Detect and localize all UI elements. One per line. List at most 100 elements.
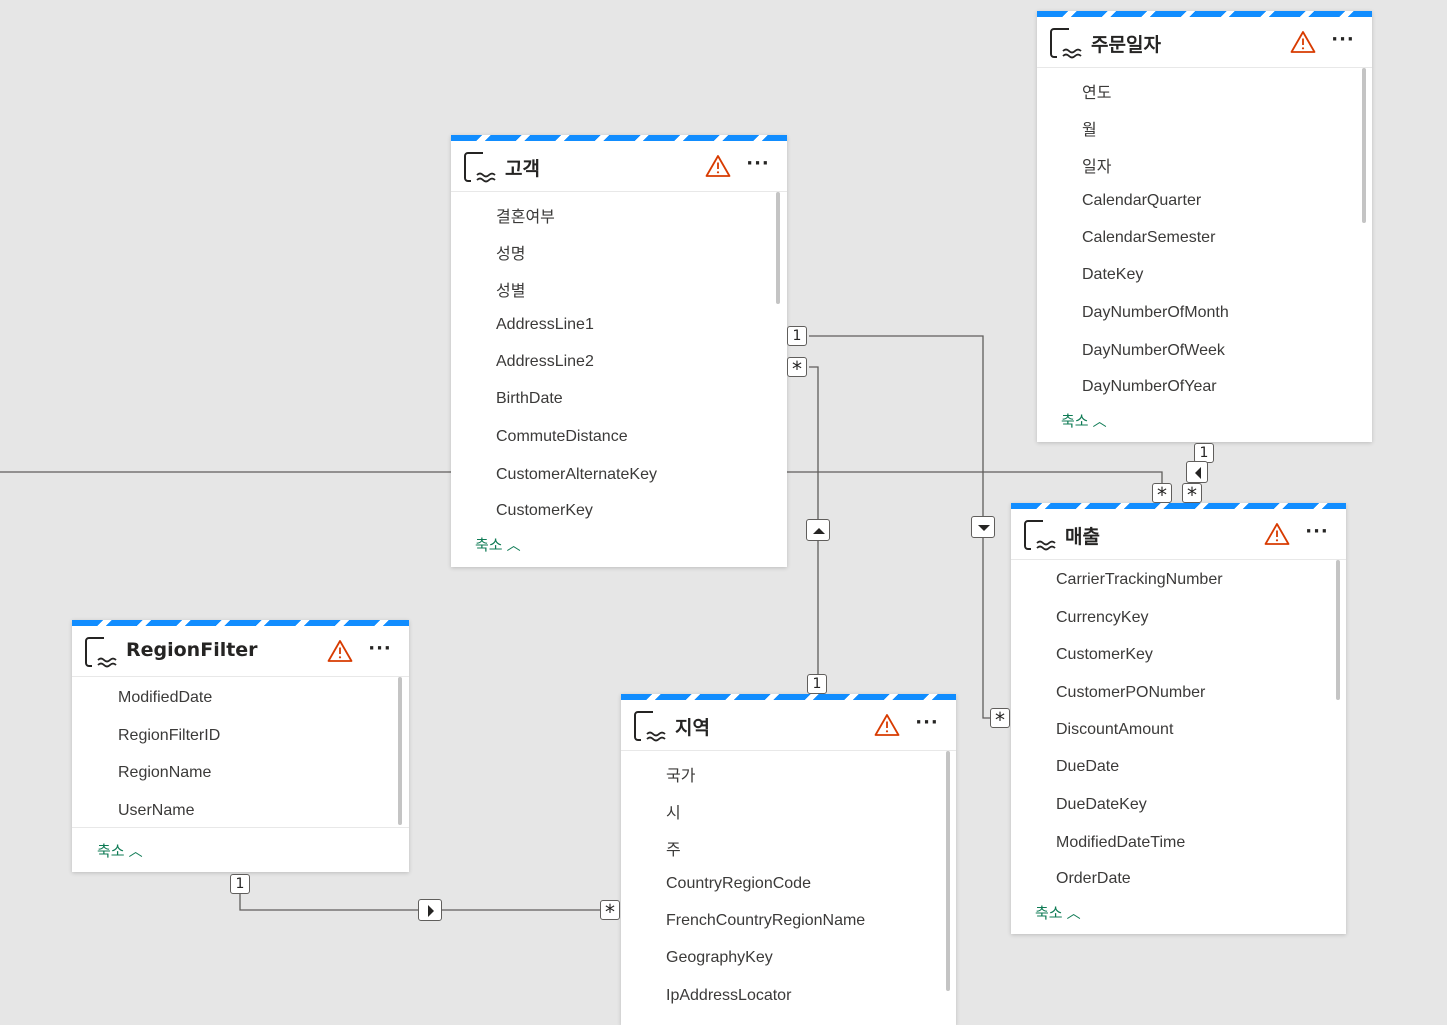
field-item[interactable]: 결혼여부 <box>496 203 555 227</box>
more-options-icon[interactable]: ··· <box>745 151 771 177</box>
table-header[interactable]: 주문일자 ··· <box>1037 17 1372 68</box>
more-options-icon[interactable]: ··· <box>367 636 393 662</box>
divider <box>72 827 409 828</box>
field-item[interactable]: GeographyKey <box>666 949 773 967</box>
filter-direction-arrow-icon[interactable] <box>971 516 995 538</box>
lakehouse-table-icon <box>1023 518 1057 552</box>
filter-direction-arrow-icon[interactable] <box>418 899 442 921</box>
table-title: 매출 <box>1065 526 1100 548</box>
field-item[interactable]: DayNumberOfMonth <box>1082 304 1229 322</box>
field-item[interactable]: DayNumberOfYear <box>1082 378 1217 396</box>
cardinality-one-badge[interactable]: 1 <box>230 874 250 894</box>
field-item[interactable]: DueDateKey <box>1056 796 1147 814</box>
cardinality-one-badge[interactable]: 1 <box>1194 443 1214 463</box>
table-header[interactable]: 매출 ··· <box>1011 509 1346 560</box>
warning-icon[interactable] <box>874 713 900 737</box>
chevron-up-icon: ︿ <box>506 538 521 554</box>
warning-icon[interactable] <box>705 154 731 178</box>
chevron-up-icon: ︿ <box>1066 906 1081 922</box>
collapse-label: 축소 <box>97 842 125 860</box>
field-item[interactable]: 시 <box>666 799 681 823</box>
scrollbar[interactable] <box>1336 560 1340 700</box>
filter-direction-arrow-icon[interactable] <box>806 519 830 541</box>
table-title: 고객 <box>505 158 540 180</box>
field-item[interactable]: FrenchCountryRegionName <box>666 912 865 930</box>
table-card-order-date[interactable]: 주문일자 ··· 연도 월 일자 CalendarQuarter Calenda… <box>1037 11 1372 442</box>
relationship-line-customer-sales-2 <box>809 335 990 719</box>
field-item[interactable]: RegionFilterID <box>118 727 220 745</box>
chevron-up-icon: ︿ <box>128 844 143 860</box>
field-item[interactable]: CalendarQuarter <box>1082 192 1201 210</box>
table-header[interactable]: RegionFilter ··· <box>72 626 409 677</box>
lakehouse-table-icon <box>633 709 667 743</box>
field-item[interactable]: CustomerKey <box>1056 646 1153 664</box>
scrollbar[interactable] <box>1362 68 1366 223</box>
field-item[interactable]: 월 <box>1082 116 1097 140</box>
field-item[interactable]: DateKey <box>1082 266 1143 284</box>
cardinality-many-badge[interactable]: * <box>1182 483 1202 506</box>
field-item[interactable]: CommuteDistance <box>496 428 628 446</box>
relationship-line-customer-sales <box>787 471 1163 485</box>
cardinality-many-badge[interactable]: * <box>990 708 1010 731</box>
field-item[interactable]: UserName <box>118 802 194 820</box>
field-item[interactable]: CalendarSemester <box>1082 229 1215 247</box>
field-item[interactable]: RegionName <box>118 764 211 782</box>
lakehouse-table-icon <box>1049 26 1083 60</box>
lakehouse-table-icon <box>84 635 118 669</box>
field-item[interactable]: ModifiedDateTime <box>1056 834 1185 852</box>
field-item[interactable]: CustomerPONumber <box>1056 684 1205 702</box>
field-item[interactable]: BirthDate <box>496 390 563 408</box>
field-item[interactable]: 성별 <box>496 277 525 301</box>
warning-icon[interactable] <box>1290 30 1316 54</box>
scrollbar[interactable] <box>398 677 402 825</box>
lakehouse-table-icon <box>463 150 497 184</box>
collapse-button[interactable]: 축소 ︿ <box>97 840 143 861</box>
field-item[interactable]: CurrencyKey <box>1056 609 1148 627</box>
table-title: 주문일자 <box>1091 34 1161 56</box>
warning-icon[interactable] <box>1264 522 1290 546</box>
table-card-region-filter[interactable]: RegionFilter ··· ModifiedDate RegionFilt… <box>72 620 409 872</box>
table-card-customer[interactable]: 고객 ··· 결혼여부 성명 성별 AddressLine1 AddressLi… <box>451 135 787 567</box>
cardinality-one-badge[interactable]: 1 <box>807 674 827 694</box>
table-title: RegionFilter <box>126 639 258 661</box>
collapse-label: 축소 <box>475 536 503 554</box>
field-item[interactable]: ModifiedDate <box>118 689 212 707</box>
field-item[interactable]: IpAddressLocator <box>666 987 791 1005</box>
cardinality-many-badge[interactable]: * <box>1152 483 1172 506</box>
field-item[interactable]: 연도 <box>1082 79 1111 103</box>
field-item[interactable]: 국가 <box>666 762 695 786</box>
field-item[interactable]: CountryRegionCode <box>666 875 811 893</box>
field-item[interactable]: AddressLine1 <box>496 316 594 334</box>
filter-direction-arrow-icon[interactable] <box>1186 461 1208 483</box>
field-item[interactable]: CustomerAlternateKey <box>496 466 657 484</box>
collapse-button[interactable]: 축소 ︿ <box>1035 902 1081 923</box>
field-item[interactable]: AddressLine2 <box>496 353 594 371</box>
collapse-button[interactable]: 축소 ︿ <box>1061 410 1107 431</box>
table-header[interactable]: 지역 ··· <box>621 700 956 751</box>
field-item[interactable]: DueDate <box>1056 758 1119 776</box>
table-card-region[interactable]: 지역 ··· 국가 시 주 CountryRegionCode FrenchCo… <box>621 694 956 1025</box>
table-card-sales[interactable]: 매출 ··· CarrierTrackingNumber CurrencyKey… <box>1011 503 1346 934</box>
field-item[interactable]: 주 <box>666 836 681 860</box>
collapse-button[interactable]: 축소 ︿ <box>475 534 521 555</box>
collapse-label: 축소 <box>1061 412 1089 430</box>
scrollbar[interactable] <box>946 751 950 991</box>
field-item[interactable]: DayNumberOfWeek <box>1082 342 1225 360</box>
field-item[interactable]: 성명 <box>496 240 525 264</box>
scrollbar[interactable] <box>776 192 780 304</box>
more-options-icon[interactable]: ··· <box>1304 519 1330 545</box>
field-item[interactable]: DiscountAmount <box>1056 721 1173 739</box>
cardinality-many-badge[interactable]: * <box>787 357 807 380</box>
field-item[interactable]: 일자 <box>1082 153 1111 177</box>
field-item[interactable]: CustomerKey <box>496 502 593 520</box>
chevron-up-icon: ︿ <box>1092 414 1107 430</box>
field-item[interactable]: CarrierTrackingNumber <box>1056 571 1223 589</box>
table-header[interactable]: 고객 ··· <box>451 141 787 192</box>
more-options-icon[interactable]: ··· <box>914 710 940 736</box>
warning-icon[interactable] <box>327 639 353 663</box>
cardinality-one-badge[interactable]: 1 <box>787 326 807 346</box>
collapse-label: 축소 <box>1035 904 1063 922</box>
field-item[interactable]: OrderDate <box>1056 870 1131 888</box>
more-options-icon[interactable]: ··· <box>1330 27 1356 53</box>
cardinality-many-badge[interactable]: * <box>600 900 620 923</box>
